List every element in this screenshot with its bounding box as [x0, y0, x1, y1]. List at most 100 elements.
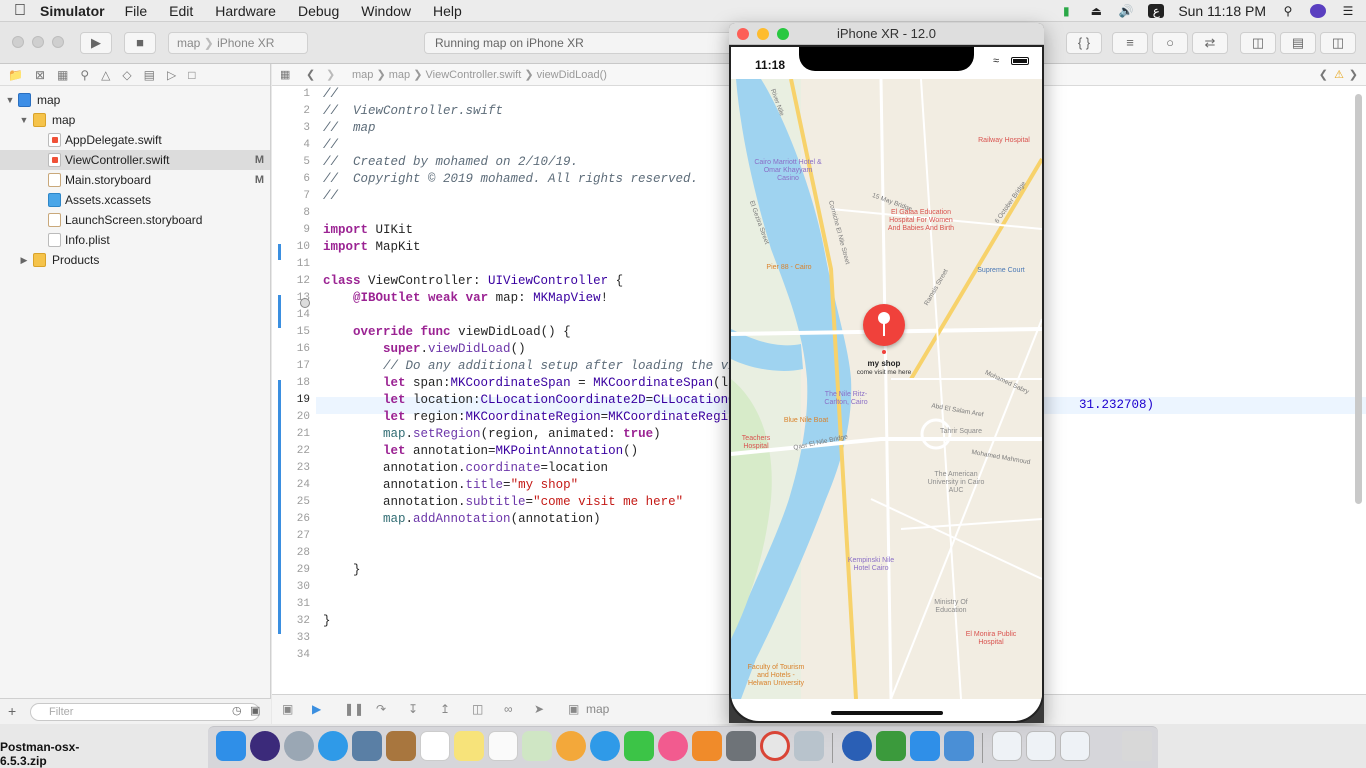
simulator-title-bar[interactable]: iPhone XR - 12.0 [729, 23, 1044, 45]
test-icon[interactable]: ◇ [122, 68, 131, 82]
notification-center-icon[interactable]: ☰ [1340, 4, 1356, 18]
find-icon[interactable]: ⚲ [80, 68, 89, 82]
toggle-inspector-button[interactable]: ◫ [1320, 32, 1356, 54]
finder-icon[interactable] [216, 731, 246, 761]
step-over-icon[interactable]: ↷ [376, 702, 386, 716]
hide-debug-area-icon[interactable]: ▣ [282, 702, 293, 716]
apple-menu-icon[interactable]:  [0, 2, 40, 20]
reminders-icon[interactable] [488, 731, 518, 761]
back-icon[interactable]: ❮ [306, 64, 315, 86]
tree-item-launchscreen[interactable]: LaunchScreen.storyboard [0, 210, 270, 230]
system-preferences-icon[interactable] [726, 731, 756, 761]
disclosure-open-icon[interactable]: ▼ [4, 90, 16, 110]
simulator-close-button[interactable] [737, 28, 749, 40]
simulator-minimize-button[interactable] [757, 28, 769, 40]
related-items-icon[interactable]: ▦ [280, 64, 290, 86]
screenshot-thumbnail-icon[interactable] [1026, 731, 1056, 761]
add-icon[interactable]: + [8, 703, 16, 719]
breadcrumb-file[interactable]: ViewController.swift [426, 69, 522, 81]
quicktime-icon[interactable] [842, 731, 872, 761]
assistant-editor-button[interactable]: ○ [1152, 32, 1188, 54]
siri-icon[interactable] [250, 731, 280, 761]
simulator-zoom-button[interactable] [777, 28, 789, 40]
stop-button[interactable]: ■ [124, 32, 156, 54]
trash-icon[interactable] [1122, 731, 1152, 761]
disclosure-closed-icon[interactable]: ▶ [18, 250, 30, 270]
chrome-icon[interactable] [760, 731, 790, 761]
tree-item-viewcontroller[interactable]: ViewController.swift M [0, 150, 270, 170]
tree-item-infoplist[interactable]: Info.plist [0, 230, 270, 250]
books-icon[interactable] [692, 731, 722, 761]
forward-icon[interactable]: ❯ [326, 64, 335, 86]
step-out-icon[interactable]: ↥ [440, 702, 450, 716]
volume-icon[interactable]: 🔊 [1118, 4, 1134, 18]
run-button[interactable]: ▶ [80, 32, 112, 54]
tree-item-main-storyboard[interactable]: Main.storyboard M [0, 170, 270, 190]
simulator-icon[interactable] [944, 731, 974, 761]
menu-help[interactable]: Help [433, 3, 462, 19]
source-control-icon[interactable]: ⊠ [35, 68, 45, 82]
toggle-navigator-button[interactable]: ◫ [1240, 32, 1276, 54]
tree-item-project[interactable]: ▼ map [0, 90, 270, 110]
issue-icon[interactable]: △ [101, 68, 110, 82]
breadcrumb-method[interactable]: viewDidLoad() [537, 69, 607, 81]
photos-icon[interactable] [556, 731, 586, 761]
screenshot-thumbnail-icon[interactable] [992, 731, 1022, 761]
toggle-debug-area-button[interactable]: ▤ [1280, 32, 1316, 54]
safari-icon[interactable] [318, 731, 348, 761]
home-indicator[interactable] [831, 711, 943, 715]
maps-icon[interactable] [522, 731, 552, 761]
menu-window[interactable]: Window [361, 3, 411, 19]
mail-bird-icon[interactable] [352, 731, 382, 761]
spotlight-icon[interactable]: ⚲ [1280, 4, 1296, 18]
itunes-icon[interactable] [658, 731, 688, 761]
folder-icon[interactable]: 📁 [8, 68, 23, 82]
view-debugger-icon[interactable]: ◫ [472, 702, 483, 716]
zoom-window-button[interactable] [52, 36, 64, 48]
step-into-icon[interactable]: ↧ [408, 702, 418, 716]
screenshot-thumbnail-icon[interactable] [1060, 731, 1090, 761]
warning-icon[interactable]: ⚠ [1334, 64, 1344, 86]
symbol-icon[interactable]: ▦ [57, 68, 68, 82]
breakpoints-toggle-icon[interactable]: ▶ [312, 702, 321, 716]
open-app-icon[interactable] [876, 731, 906, 761]
launchpad-icon[interactable] [284, 731, 314, 761]
library-button[interactable]: { } [1066, 32, 1102, 54]
menu-debug[interactable]: Debug [298, 3, 339, 19]
scheme-selector[interactable]: map ❯ iPhone XR [168, 32, 308, 54]
tree-item-appdelegate[interactable]: AppDelegate.swift [0, 130, 270, 150]
close-window-button[interactable] [12, 36, 24, 48]
breakpoint-icon[interactable]: ▷ [167, 68, 176, 82]
previous-issue-icon[interactable]: ❮ [1319, 64, 1328, 86]
clock[interactable]: Sun 11:18 PM [1178, 3, 1266, 19]
contacts-icon[interactable] [386, 731, 416, 761]
messages-icon[interactable] [590, 731, 620, 761]
outlet-connection-icon[interactable] [300, 298, 310, 308]
siri-icon[interactable] [1310, 4, 1326, 18]
app-menu[interactable]: Simulator [40, 3, 105, 19]
disclosure-open-icon[interactable]: ▼ [18, 110, 30, 130]
breadcrumb-group[interactable]: map [389, 69, 410, 81]
pause-icon[interactable]: ❚❚ [344, 702, 364, 716]
report-icon[interactable]: □ [188, 68, 195, 82]
eject-icon[interactable]: ⏏ [1088, 4, 1104, 18]
signal-icon[interactable]: ▮ [1058, 4, 1074, 18]
vertical-scrollbar[interactable] [1355, 94, 1362, 504]
debug-target-name[interactable]: map [586, 702, 609, 716]
standard-editor-button[interactable]: ≡ [1112, 32, 1148, 54]
simulate-location-icon[interactable]: ➤ [534, 702, 544, 716]
notes-icon[interactable] [454, 731, 484, 761]
minimize-window-button[interactable] [32, 36, 44, 48]
facetime-icon[interactable] [624, 731, 654, 761]
next-issue-icon[interactable]: ❯ [1349, 64, 1358, 86]
iphone-screen[interactable]: 11:18 ≈ River Nile Railway Hospital Cair… [729, 45, 1044, 723]
modified-files-icon[interactable]: ▣ [250, 704, 260, 717]
preview-icon[interactable] [794, 731, 824, 761]
memory-graph-icon[interactable]: ∞ [504, 702, 513, 716]
calendar-icon[interactable] [420, 731, 450, 761]
recent-files-icon[interactable]: ◷ [232, 704, 242, 717]
tree-item-assets[interactable]: Assets.xcassets [0, 190, 270, 210]
desktop-file-label[interactable]: Postman-osx-6.5.3.zip [0, 740, 80, 768]
version-editor-button[interactable]: ⇄ [1192, 32, 1228, 54]
tree-item-group-map[interactable]: ▼ map [0, 110, 270, 130]
